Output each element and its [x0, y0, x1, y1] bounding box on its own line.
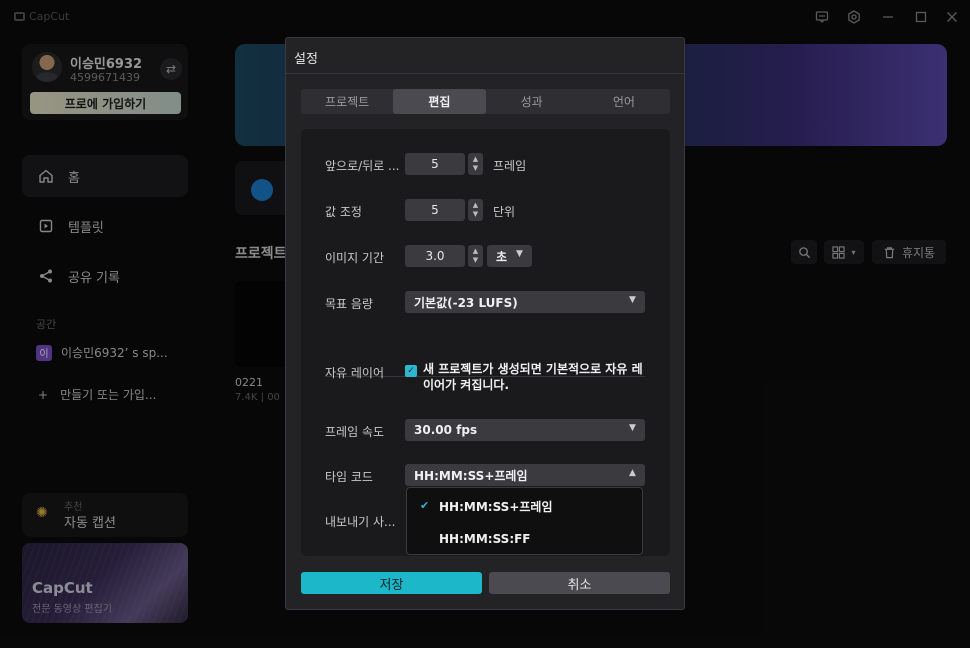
timecode-option-ff[interactable]: HH:MM:SS:FF — [407, 524, 642, 554]
tab-project[interactable]: 프로젝트 — [301, 89, 393, 114]
value-step-label: 값 조정 — [325, 205, 362, 219]
frame-step-unit: 프레임 — [493, 159, 527, 173]
free-layer-checkbox[interactable]: ✓ — [405, 365, 417, 377]
chevron-down-icon: ▼ — [629, 295, 636, 305]
cancel-button[interactable]: 취소 — [489, 572, 670, 594]
chevron-up-icon[interactable]: ▲ — [473, 155, 478, 164]
target-loudness-select[interactable]: 기본값(-23 LUFS) ▼ — [405, 291, 645, 313]
check-icon: ✔ — [420, 499, 430, 512]
chevron-up-icon[interactable]: ▲ — [473, 247, 478, 256]
target-loudness-value: 기본값(-23 LUFS) — [414, 295, 518, 310]
save-button[interactable]: 저장 — [301, 572, 482, 594]
timecode-dropdown: ✔ HH:MM:SS+프레임 HH:MM:SS:FF — [406, 487, 643, 555]
image-duration-stepper[interactable]: ▲ ▼ — [468, 245, 483, 267]
chevron-up-icon[interactable]: ▲ — [473, 201, 478, 210]
export-label: 내보내기 사... — [325, 515, 396, 529]
chevron-down-icon[interactable]: ▼ — [473, 210, 478, 219]
timecode-label: 타임 코드 — [325, 470, 373, 484]
frame-rate-value: 30.00 fps — [414, 423, 478, 437]
frame-step-label: 앞으로/뒤로 ... — [325, 159, 400, 173]
chevron-down-icon[interactable]: ▼ — [473, 256, 478, 265]
settings-panel: 앞으로/뒤로 ... 5 ▲ ▼ 프레임 값 조정 5 ▲ ▼ 단위 이미지 기간 … — [301, 129, 670, 556]
chevron-down-icon[interactable]: ▼ — [473, 164, 478, 173]
timecode-option-frames[interactable]: ✔ HH:MM:SS+프레임 — [407, 491, 642, 521]
option-label: HH:MM:SS+프레임 — [439, 499, 553, 514]
frame-rate-select[interactable]: 30.00 fps ▼ — [405, 419, 645, 441]
value-step-unit: 단위 — [493, 205, 516, 219]
settings-dialog: 설정 프로젝트 편집 성과 언어 앞으로/뒤로 ... 5 ▲ ▼ 프레임 값 조… — [285, 37, 685, 610]
divider — [286, 73, 684, 74]
duration-unit-select[interactable]: 초 ▼ — [487, 245, 532, 267]
target-loudness-label: 목표 음량 — [325, 297, 373, 311]
tab-language[interactable]: 언어 — [578, 89, 670, 114]
tab-performance[interactable]: 성과 — [486, 89, 578, 114]
frame-step-input[interactable]: 5 — [405, 153, 465, 175]
free-layer-label: 자유 레이어 — [325, 366, 385, 380]
timecode-value: HH:MM:SS+프레임 — [414, 468, 528, 483]
timecode-select[interactable]: HH:MM:SS+프레임 ▲ — [405, 464, 645, 486]
dialog-title: 설정 — [294, 52, 318, 67]
value-step-input[interactable]: 5 — [405, 199, 465, 221]
option-label: HH:MM:SS:FF — [439, 532, 531, 546]
image-duration-input[interactable]: 3.0 — [405, 245, 465, 267]
frame-rate-label: 프레임 속도 — [325, 425, 385, 439]
image-duration-label: 이미지 기간 — [325, 251, 385, 265]
chevron-up-icon: ▲ — [629, 468, 636, 478]
settings-tabs: 프로젝트 편집 성과 언어 — [301, 89, 670, 114]
chevron-down-icon: ▼ — [629, 423, 636, 433]
chevron-down-icon: ▼ — [516, 249, 523, 259]
tab-edit[interactable]: 편집 — [393, 89, 486, 114]
value-step-stepper[interactable]: ▲ ▼ — [468, 199, 483, 221]
duration-unit-value: 초 — [496, 249, 508, 264]
free-layer-description: 새 프로젝트가 생성되면 기본적으로 자유 레이어가 켜집니다. — [423, 362, 643, 392]
frame-step-stepper[interactable]: ▲ ▼ — [468, 153, 483, 175]
